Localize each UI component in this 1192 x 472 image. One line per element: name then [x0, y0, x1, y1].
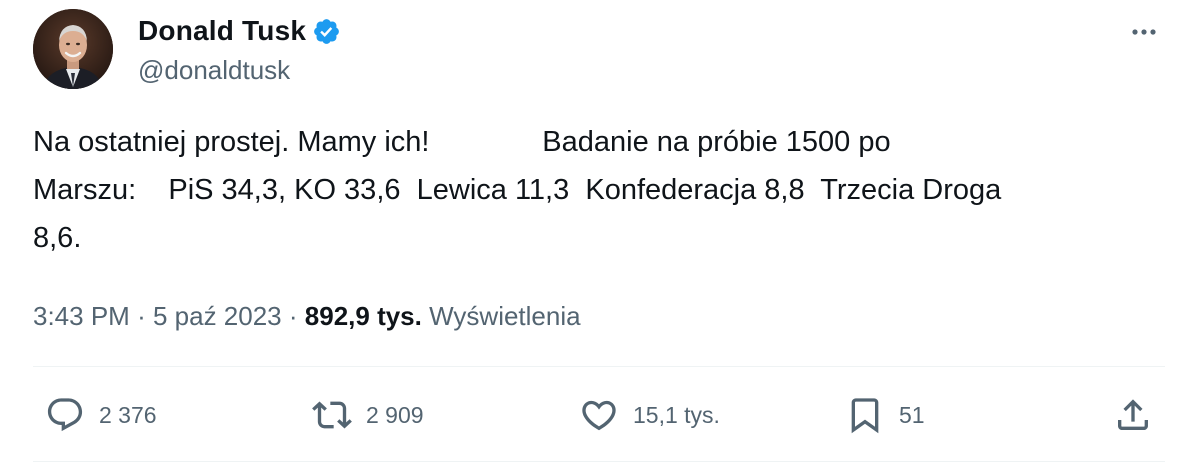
tweet-text-line: 8,6. — [33, 222, 82, 254]
heart-icon — [582, 400, 616, 431]
tweet-meta: 3:43 PM · 5 paź 2023 · 892,9 tys. Wyświe… — [33, 296, 581, 336]
retweet-icon — [312, 401, 352, 429]
tweet-text-line: Marszu: PiS 34,3, KO 33,6 Lewica 11,3 Ko… — [33, 174, 1002, 206]
tweet-text: Na ostatniej prostej. Mamy ich! Badanie … — [33, 118, 1168, 262]
divider — [33, 366, 1165, 367]
like-count: 15,1 tys. — [633, 401, 720, 428]
bookmark-count: 51 — [899, 401, 925, 428]
views-count: 892,9 tys. — [304, 300, 422, 331]
author-name-row[interactable]: Donald Tusk — [138, 13, 341, 49]
divider — [33, 461, 1165, 462]
views-label[interactable]: Wyświetlenia — [429, 301, 580, 332]
avatar-image — [33, 9, 113, 89]
author-handle[interactable]: @donaldtusk — [138, 55, 290, 86]
tweet-text-line: Na ostatniej prostej. Mamy ich! Badanie … — [33, 126, 891, 158]
verified-badge-icon[interactable] — [312, 17, 341, 46]
tweet-date[interactable]: 5 paź 2023 — [153, 301, 282, 332]
share-button[interactable] — [1113, 393, 1153, 437]
avatar[interactable] — [33, 9, 113, 89]
meta-separator: · — [137, 300, 146, 331]
retweet-button[interactable]: 2 909 — [312, 393, 424, 437]
reply-button[interactable]: 2 376 — [45, 393, 157, 437]
tweet-time[interactable]: 3:43 PM — [33, 301, 130, 332]
bookmark-button[interactable]: 51 — [845, 393, 925, 437]
meta-separator: · — [288, 300, 298, 331]
reply-count: 2 376 — [99, 401, 157, 428]
more-horizontal-icon — [1132, 29, 1156, 35]
author-display-name[interactable]: Donald Tusk — [138, 15, 306, 47]
retweet-count: 2 909 — [366, 401, 424, 428]
reply-bubble-icon — [47, 398, 83, 432]
bookmark-icon — [851, 398, 879, 434]
share-icon — [1118, 399, 1148, 430]
more-options-button[interactable] — [1124, 17, 1164, 45]
like-button[interactable]: 15,1 tys. — [579, 393, 720, 437]
